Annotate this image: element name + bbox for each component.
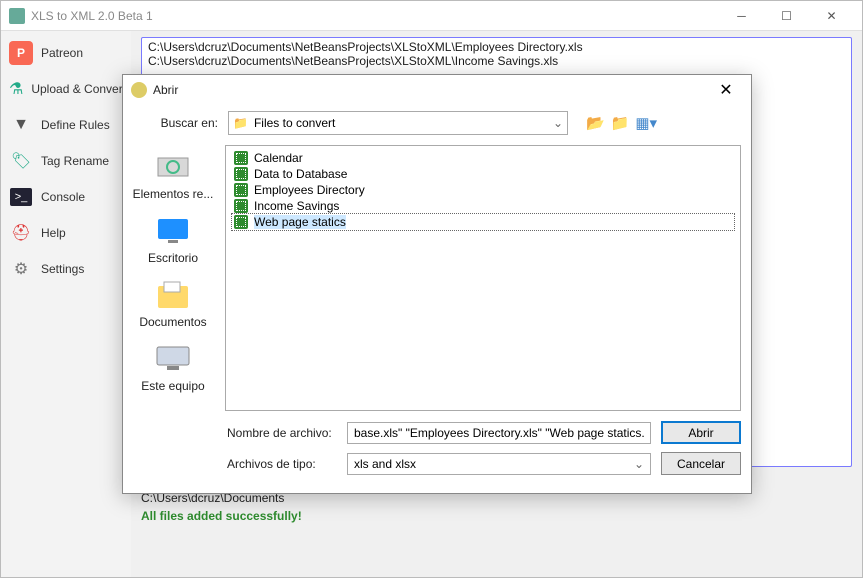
sidebar-item-settings[interactable]: ⚙ Settings <box>3 251 129 287</box>
xls-icon <box>234 183 248 197</box>
sidebar-item-label: Define Rules <box>41 118 110 132</box>
file-item[interactable]: Data to Database <box>232 166 734 182</box>
search-in-label: Buscar en: <box>153 116 218 130</box>
file-item[interactable]: Income Savings <box>232 198 734 214</box>
sidebar-item-label: Tag Rename <box>41 154 109 168</box>
place-this-pc[interactable]: Este equipo <box>141 343 204 393</box>
place-network[interactable]: Red <box>153 407 193 411</box>
filetype-combo[interactable]: xls and xlsx ⌄ <box>347 453 651 475</box>
open-dialog: Abrir ✕ Buscar en: 📁 Files to convert ⌄ … <box>122 74 752 494</box>
search-in-value: Files to convert <box>254 116 335 130</box>
up-folder-icon[interactable]: 📂 <box>586 114 605 132</box>
flask-icon: ⚗ <box>9 77 23 101</box>
computer-icon <box>153 343 193 375</box>
filetype-label: Archivos de tipo: <box>227 457 337 471</box>
dialog-title: Abrir <box>153 83 709 97</box>
sidebar-item-patreon[interactable]: P Patreon <box>3 35 129 71</box>
app-icon <box>9 8 25 24</box>
file-name: Employees Directory <box>254 183 365 197</box>
close-button[interactable]: ✕ <box>809 1 854 30</box>
place-recent[interactable]: Elementos re... <box>133 151 214 201</box>
dialog-bottom: Nombre de archivo: Abrir Archivos de tip… <box>123 417 751 493</box>
view-menu-icon[interactable]: ▦▾ <box>635 114 657 132</box>
filetype-value: xls and xlsx <box>354 457 416 471</box>
maximize-button[interactable]: ☐ <box>764 1 809 30</box>
desktop-icon <box>153 215 193 247</box>
funnel-icon: ▼ <box>9 113 33 137</box>
place-label: Elementos re... <box>133 187 214 201</box>
search-in-combo[interactable]: 📁 Files to convert ⌄ <box>228 111 568 135</box>
sidebar-item-label: Patreon <box>41 46 83 60</box>
file-name: Calendar <box>254 151 303 165</box>
filename-label: Nombre de archivo: <box>227 426 337 440</box>
listed-file: C:\Users\dcruz\Documents\NetBeansProject… <box>148 54 845 68</box>
dialog-toolbar: Buscar en: 📁 Files to convert ⌄ 📂 📁 ▦▾ <box>123 105 751 145</box>
dialog-titlebar: Abrir ✕ <box>123 75 751 105</box>
place-label: Este equipo <box>141 379 204 393</box>
recent-icon <box>153 151 193 183</box>
window-title: XLS to XML 2.0 Beta 1 <box>31 9 719 23</box>
network-icon <box>153 407 193 411</box>
help-icon: ⛑ <box>9 221 33 245</box>
places-bar: Elementos re... Escritorio Documentos Es… <box>129 145 217 411</box>
sidebar-item-upload-convert[interactable]: ⚗ Upload & Convert <box>3 71 129 107</box>
folder-icon: 📁 <box>233 116 248 130</box>
place-label: Documentos <box>139 315 206 329</box>
status-message: All files added successfully! <box>141 509 852 523</box>
new-folder-icon[interactable]: 📁 <box>611 114 630 132</box>
console-icon: >_ <box>9 185 33 209</box>
tag-icon: 🏷 <box>9 149 33 173</box>
sidebar-item-console[interactable]: >_ Console <box>3 179 129 215</box>
xls-icon <box>234 151 248 165</box>
open-button[interactable]: Abrir <box>661 421 741 444</box>
sidebar-item-help[interactable]: ⛑ Help <box>3 215 129 251</box>
place-label: Escritorio <box>148 251 198 265</box>
file-pane[interactable]: Calendar Data to Database Employees Dire… <box>225 145 741 411</box>
place-desktop[interactable]: Escritorio <box>148 215 198 265</box>
sidebar-item-define-rules[interactable]: ▼ Define Rules <box>3 107 129 143</box>
place-documents[interactable]: Documentos <box>139 279 206 329</box>
documents-icon <box>153 279 193 311</box>
filename-input[interactable] <box>347 422 651 444</box>
sidebar-item-label: Upload & Convert <box>31 82 126 96</box>
dialog-icon <box>131 82 147 98</box>
sidebar-item-tag-rename[interactable]: 🏷 Tag Rename <box>3 143 129 179</box>
sidebar-item-label: Settings <box>41 262 84 276</box>
listed-file: C:\Users\dcruz\Documents\NetBeansProject… <box>148 40 845 54</box>
chevron-down-icon: ⌄ <box>634 457 644 471</box>
cancel-button[interactable]: Cancelar <box>661 452 741 475</box>
sidebar-item-label: Help <box>41 226 66 240</box>
file-name: Data to Database <box>254 167 347 181</box>
titlebar: XLS to XML 2.0 Beta 1 ─ ☐ ✕ <box>1 1 862 31</box>
file-item[interactable]: Web page statics <box>232 214 734 230</box>
sidebar-item-label: Console <box>41 190 85 204</box>
minimize-button[interactable]: ─ <box>719 1 764 30</box>
xls-icon <box>234 199 248 213</box>
file-item[interactable]: Employees Directory <box>232 182 734 198</box>
file-name: Web page statics <box>254 215 346 229</box>
xls-icon <box>234 167 248 181</box>
xls-icon <box>234 215 248 229</box>
file-item[interactable]: Calendar <box>232 150 734 166</box>
file-name: Income Savings <box>254 199 339 213</box>
gear-icon: ⚙ <box>9 257 33 281</box>
sidebar: P Patreon ⚗ Upload & Convert ▼ Define Ru… <box>1 31 131 577</box>
chevron-down-icon: ⌄ <box>553 116 563 130</box>
dialog-close-button[interactable]: ✕ <box>709 76 743 104</box>
patreon-icon: P <box>9 41 33 65</box>
